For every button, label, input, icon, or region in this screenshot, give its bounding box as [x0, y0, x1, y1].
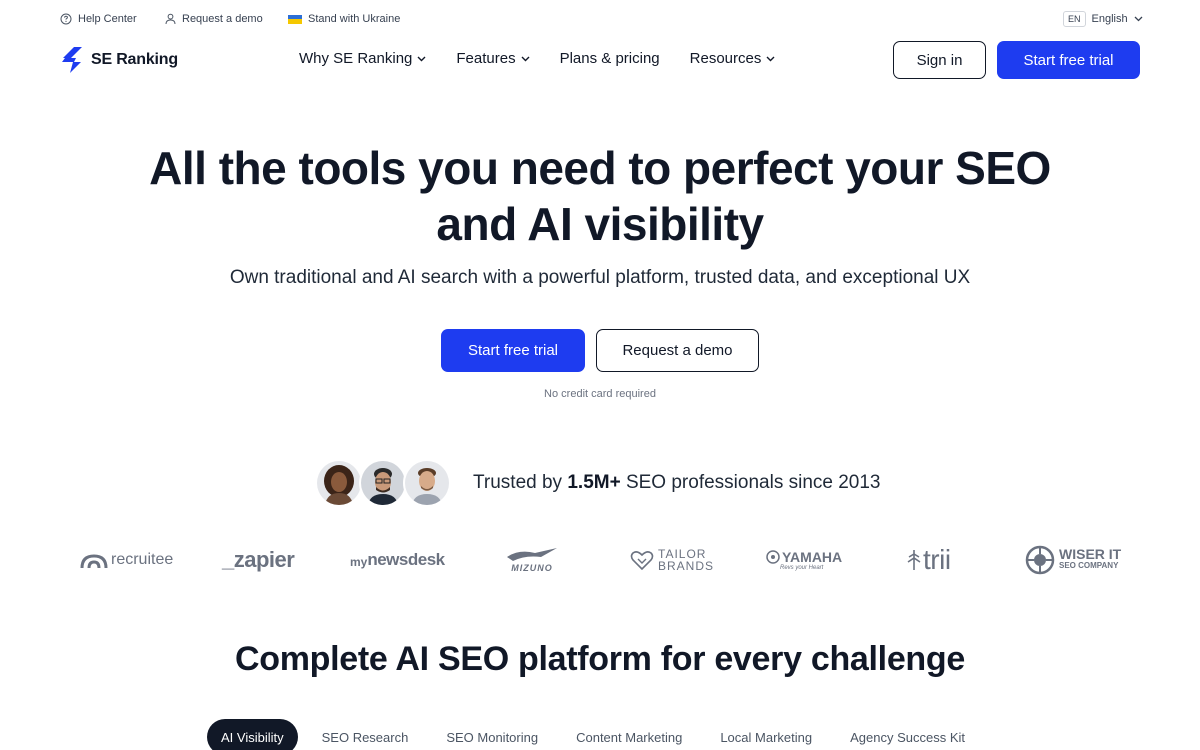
feature-tabs: AI Visibility SEO Research SEO Monitorin… [207, 719, 989, 750]
zapier-wordmark: _zapier [222, 547, 295, 572]
brands-wordmark: BRANDS [658, 559, 715, 573]
ukraine-flag-icon [288, 14, 302, 24]
yamaha-mark: YAMAHA [766, 549, 842, 565]
request-demo-label: Request a demo [182, 13, 263, 25]
nav-why-se-ranking[interactable]: Why SE Ranking [299, 50, 426, 67]
zapier-logo: _zapier [222, 540, 295, 580]
hero-title: All the tools you need to perfect your S… [0, 140, 1200, 252]
recruitee-wordmark: recruitee [111, 551, 174, 568]
tab-ai-visibility[interactable]: AI Visibility [207, 719, 298, 750]
recruitee-icon [80, 554, 108, 569]
stand-with-ukraine-label: Stand with Ukraine [308, 13, 401, 25]
yamaha-logo: YAMAHA Revs your Heart [766, 540, 842, 580]
nav-plans-pricing-label: Plans & pricing [559, 50, 660, 67]
trusted-suffix: SEO professionals since 2013 [620, 472, 881, 493]
avatar [403, 459, 451, 507]
request-demo-hero-button[interactable]: Request a demo [596, 329, 759, 372]
tab-local-marketing[interactable]: Local Marketing [706, 719, 826, 750]
chevron-down-icon [766, 56, 775, 61]
seo-company-wordmark: SEO COMPANY [1059, 561, 1119, 570]
avatar [315, 459, 363, 507]
section-title: Complete AI SEO platform for every chall… [235, 640, 965, 678]
mynewsdesk-wordmark: newsdesk [367, 550, 445, 569]
chevron-down-icon [1134, 16, 1143, 22]
tailor-brands-text: TAILOR BRANDS [658, 548, 714, 572]
question-circle-icon [60, 13, 72, 25]
main-nav: Why SE Ranking Features Plans & pricing … [299, 50, 805, 67]
wiser-it-text: WISER IT SEO COMPANY [1059, 546, 1122, 572]
language-name: English [1091, 13, 1128, 25]
recruitee-logo: recruitee [80, 540, 173, 580]
se-ranking-logo-icon [62, 47, 82, 73]
wiser-it-logo: WISER IT SEO COMPANY [1025, 540, 1121, 580]
language-selector[interactable]: EN English [1063, 11, 1143, 27]
mizuno-wordmark: MIZUNO [511, 563, 553, 573]
user-avatars [315, 459, 451, 507]
help-center-link[interactable]: Help Center [60, 13, 137, 25]
chevron-down-icon [417, 56, 426, 61]
wiser-brain-icon [1025, 545, 1055, 575]
trusted-by-text: Trusted by 1.5M+ SEO professionals since… [473, 472, 881, 494]
tree-icon [907, 550, 921, 570]
tab-seo-research[interactable]: SEO Research [308, 719, 423, 750]
mizuno-runbird-icon [507, 548, 557, 561]
utility-bar: Help Center Request a demo Stand with Uk… [0, 0, 1200, 40]
nav-why-se-ranking-label: Why SE Ranking [299, 50, 413, 67]
chevron-down-icon [521, 56, 530, 61]
client-logos: recruitee _zapier my newsdesk MIZUNO TAIL… [0, 540, 1200, 580]
se-ranking-logo[interactable]: SE Ranking [60, 46, 178, 74]
hero-subtitle: Own traditional and AI search with a pow… [229, 267, 971, 288]
trii-logo: trii [907, 540, 951, 580]
nav-features-label: Features [456, 50, 516, 67]
no-credit-card-note: No credit card required [544, 388, 656, 400]
mynewsdesk-logo: my newsdesk [350, 540, 445, 580]
avatar [359, 459, 407, 507]
hero-title-line-1: All the tools you need to perfect your S… [149, 142, 1051, 194]
nav-plans-pricing[interactable]: Plans & pricing [560, 50, 660, 67]
mizuno-logo: MIZUNO [505, 540, 559, 580]
help-center-label: Help Center [78, 13, 137, 25]
nav-features[interactable]: Features [456, 50, 530, 67]
tab-agency-success-kit[interactable]: Agency Success Kit [836, 719, 979, 750]
request-demo-link[interactable]: Request a demo [165, 13, 263, 25]
nav-resources-label: Resources [689, 50, 762, 67]
tailor-heart-icon [630, 551, 654, 571]
stand-with-ukraine-link[interactable]: Stand with Ukraine [288, 13, 400, 25]
nav-resources[interactable]: Resources [690, 50, 776, 67]
start-free-trial-hero-button[interactable]: Start free trial [441, 329, 585, 372]
tab-seo-monitoring[interactable]: SEO Monitoring [432, 719, 552, 750]
sign-in-button[interactable]: Sign in [893, 41, 986, 79]
language-code-badge: EN [1063, 11, 1086, 27]
mynewsdesk-prefix: my [350, 555, 368, 569]
hero-title-line-2: and AI visibility [436, 198, 764, 250]
user-icon [165, 13, 176, 25]
yamaha-wordmark: YAMAHA [782, 549, 843, 565]
start-free-trial-nav-button[interactable]: Start free trial [997, 41, 1140, 79]
trii-wordmark: trii [923, 544, 951, 575]
yamaha-tuning-fork-icon [766, 550, 780, 564]
trusted-count: 1.5M+ [567, 472, 621, 493]
tailor-brands-logo: TAILOR BRANDS [630, 540, 714, 580]
yamaha-tagline: Revs your Heart [780, 565, 824, 571]
trusted-prefix: Trusted by [473, 472, 568, 493]
tab-content-marketing[interactable]: Content Marketing [562, 719, 696, 750]
wiser-it-wordmark: WISER IT [1059, 546, 1122, 562]
brand-name: SE Ranking [91, 51, 178, 68]
